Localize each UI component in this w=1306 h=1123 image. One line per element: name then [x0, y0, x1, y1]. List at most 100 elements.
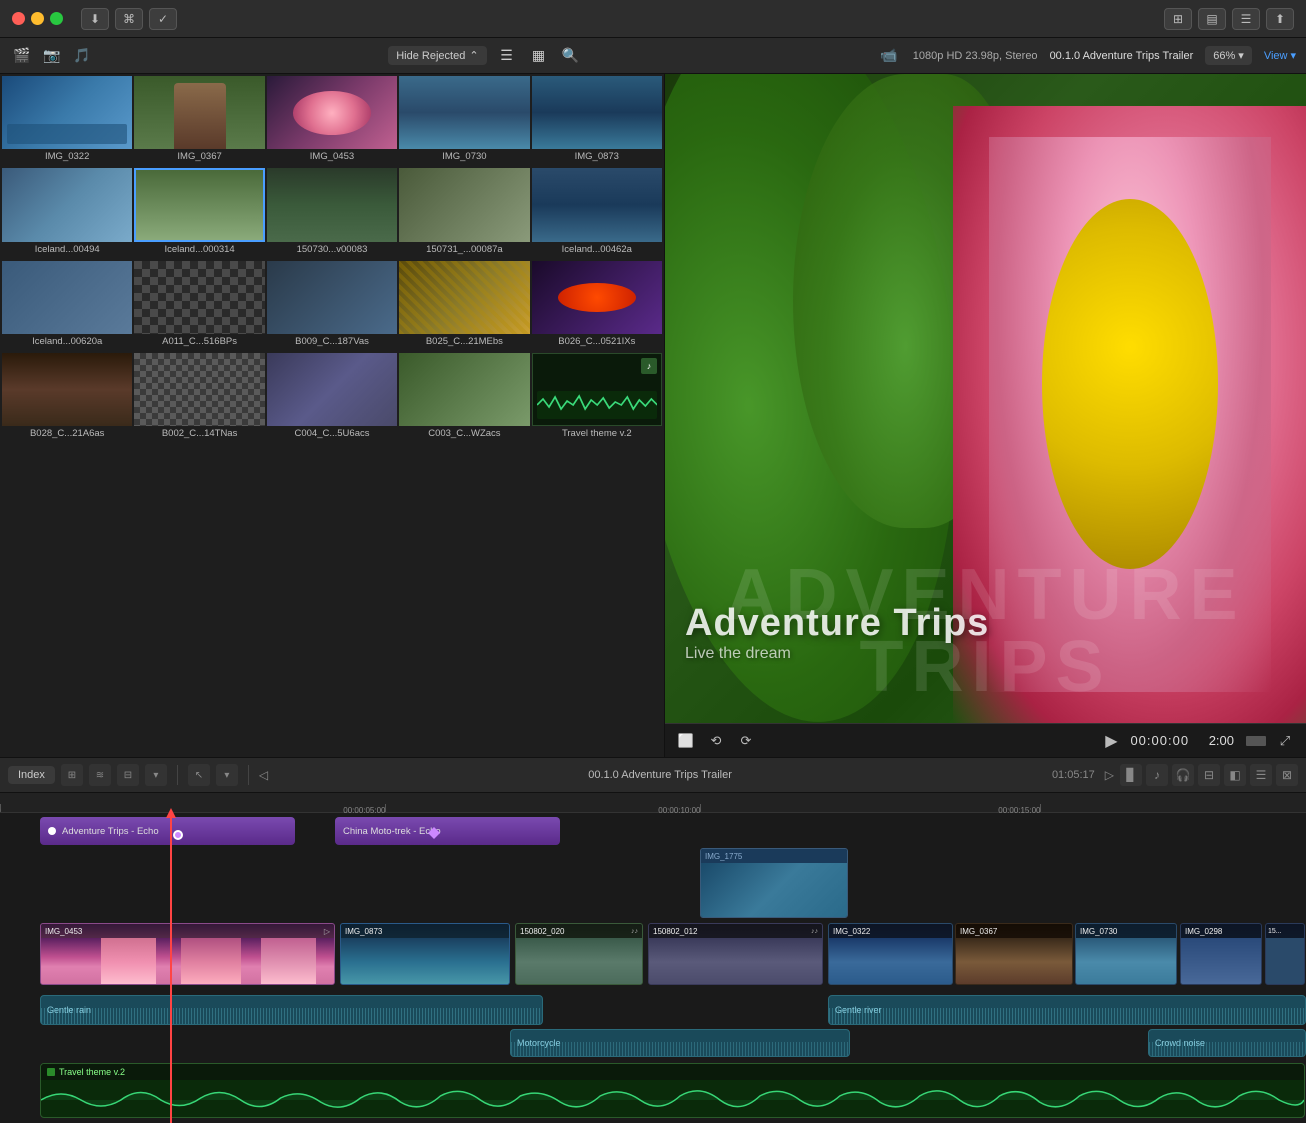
clip-thumbnail: [2, 76, 132, 149]
list-item[interactable]: 150731_...00087a: [399, 168, 529, 258]
list-item[interactable]: Iceland...000314: [134, 168, 264, 258]
view-chevron: ▾: [1290, 49, 1296, 62]
clip-appearance-icon[interactable]: ▦: [527, 44, 551, 68]
list-item[interactable]: Iceland...00494: [2, 168, 132, 258]
close-button[interactable]: [12, 12, 25, 25]
tool-options[interactable]: ▾: [216, 764, 238, 786]
clip-trim-icon[interactable]: ▊: [1120, 764, 1142, 786]
clip-thumbnail: [134, 76, 264, 149]
mute-icon[interactable]: ⊟: [1198, 764, 1220, 786]
color-icon[interactable]: ⟳: [735, 730, 757, 752]
list-item[interactable]: B028_C...21A6as: [2, 353, 132, 443]
list-item[interactable]: IMG_0730: [399, 76, 529, 166]
hide-rejected-button[interactable]: Hide Rejected ⌃: [388, 46, 486, 65]
search-icon[interactable]: 🔍: [559, 44, 583, 68]
video-clip-15[interactable]: 15...: [1265, 923, 1305, 985]
timeline-options-icon[interactable]: ▾: [145, 764, 167, 786]
list-item[interactable]: 150730...v00083: [267, 168, 397, 258]
clip-header-label: IMG_0730: [1080, 927, 1117, 936]
waveform-svg: [41, 1080, 1304, 1118]
solo-icon[interactable]: ◧: [1224, 764, 1246, 786]
clip-view-icon[interactable]: ⊞: [61, 764, 83, 786]
divider: [177, 765, 178, 785]
layout-icon[interactable]: ▤: [1198, 8, 1226, 30]
floating-clip-img1775[interactable]: IMG_1775: [700, 848, 848, 918]
timeline: 00:00:00:00 00:00:05:00 00:00:10:00 00:0…: [0, 793, 1306, 1123]
audio-clip-gentle-rain[interactable]: Gentle rain: [40, 995, 543, 1025]
clip-thumbnail: [399, 353, 529, 426]
video-clip-img0298[interactable]: IMG_0298: [1180, 923, 1262, 985]
grid-icon[interactable]: ⊞: [1164, 8, 1192, 30]
list-item[interactable]: C003_C...WZacs: [399, 353, 529, 443]
audio-track-china[interactable]: China Moto-trek - Echo: [335, 817, 560, 845]
minimize-button[interactable]: [31, 12, 44, 25]
clip-label: B002_C...14TNas: [134, 426, 264, 443]
list-item[interactable]: B026_C...0521IXs: [532, 261, 662, 351]
clip-thumbnail: [2, 353, 132, 426]
fullscreen-button[interactable]: ⤢: [1274, 730, 1296, 752]
list-item[interactable]: Iceland...00462a: [532, 168, 662, 258]
transform-icon[interactable]: ⟲: [705, 730, 727, 752]
list-item[interactable]: B025_C...21MEbs: [399, 261, 529, 351]
download-icon[interactable]: ⬇: [81, 8, 109, 30]
audio-clip-crowd-noise[interactable]: Crowd noise: [1148, 1029, 1306, 1057]
timeline-settings-icon[interactable]: ☰: [1250, 764, 1272, 786]
waveform-icon[interactable]: ≋: [89, 764, 111, 786]
select-tool[interactable]: ↖: [188, 764, 210, 786]
titlebar: ⬇ ⌘ ✓ ⊞ ▤ ☰ ⬆: [0, 0, 1306, 38]
camera-icon[interactable]: 📹: [877, 44, 901, 68]
audio-clip-gentle-river[interactable]: Gentle river: [828, 995, 1306, 1025]
zoom-button[interactable]: 66% ▾: [1205, 46, 1252, 65]
export-icon[interactable]: ⬆: [1266, 8, 1294, 30]
video-clip-img0873[interactable]: IMG_0873: [340, 923, 510, 985]
list-item[interactable]: IMG_0453: [267, 76, 397, 166]
video-clip-150802012[interactable]: 150802_012 ♪♪: [648, 923, 823, 985]
video-clip-img0730[interactable]: IMG_0730: [1075, 923, 1177, 985]
list-item[interactable]: IMG_0322: [2, 76, 132, 166]
detail-icon[interactable]: ☰: [1232, 8, 1260, 30]
list-item[interactable]: B009_C...187Vas: [267, 261, 397, 351]
video-clip-img0453[interactable]: IMG_0453 ▷: [40, 923, 335, 985]
photos-icon[interactable]: 📷: [40, 44, 64, 68]
clip-header-label: IMG_0453: [45, 927, 82, 936]
list-item[interactable]: IMG_0367: [134, 76, 264, 166]
titlebar-right-icons: ⊞ ▤ ☰ ⬆: [1164, 8, 1294, 30]
headphone-icon[interactable]: 🎧: [1172, 764, 1194, 786]
video-clip-img0322[interactable]: IMG_0322: [828, 923, 953, 985]
clip-label: 150730...v00083: [267, 242, 397, 259]
list-view-icon[interactable]: ☰: [495, 44, 519, 68]
list-item[interactable]: Iceland...00620a: [2, 261, 132, 351]
timeline-title: 00.1.0 Adventure Trips Trailer: [274, 769, 1046, 781]
list-item[interactable]: C004_C...5U6acs: [267, 353, 397, 443]
playhead[interactable]: [170, 813, 172, 1123]
key-icon[interactable]: ⌘: [115, 8, 143, 30]
forward-arrow[interactable]: ▷: [1105, 768, 1114, 782]
clip-audio-icon: ♪♪: [811, 928, 818, 935]
audio-track-adventure[interactable]: Adventure Trips - Echo: [40, 817, 295, 845]
maximize-button[interactable]: [50, 12, 63, 25]
zoom-fit-icon[interactable]: ⊠: [1276, 764, 1298, 786]
list-item[interactable]: ♪ Travel theme v.2: [532, 353, 662, 443]
back-arrow[interactable]: ◁: [259, 768, 268, 782]
audio-track-icon[interactable]: ⊟: [117, 764, 139, 786]
toolbar-center: Hide Rejected ⌃ ☰ ▦ 🔍: [100, 44, 871, 68]
crop-icon[interactable]: ⬜: [675, 730, 697, 752]
video-clip-img0367[interactable]: IMG_0367: [955, 923, 1073, 985]
view-button[interactable]: View ▾: [1264, 49, 1296, 62]
clip-thumbnail: [267, 76, 397, 149]
audio-clip-motorcycle[interactable]: Motorcycle: [510, 1029, 850, 1057]
music-theme-track[interactable]: Travel theme v.2: [40, 1063, 1305, 1118]
clip-thumbnail: [532, 168, 662, 241]
clip-thumbnail: [532, 76, 662, 149]
list-item[interactable]: A011_C...516BPs: [134, 261, 264, 351]
play-button[interactable]: ▶: [1100, 730, 1122, 752]
check-icon[interactable]: ✓: [149, 8, 177, 30]
list-item[interactable]: IMG_0873: [532, 76, 662, 166]
library-icon[interactable]: 🎬: [10, 44, 34, 68]
clip-label: A011_C...516BPs: [134, 334, 264, 351]
audio-icon[interactable]: 🎵: [70, 44, 94, 68]
index-button[interactable]: Index: [8, 766, 55, 784]
video-clip-150802020[interactable]: 150802_020 ♪♪: [515, 923, 643, 985]
list-item[interactable]: B002_C...14TNas: [134, 353, 264, 443]
audio-meter-icon[interactable]: ♪: [1146, 764, 1168, 786]
